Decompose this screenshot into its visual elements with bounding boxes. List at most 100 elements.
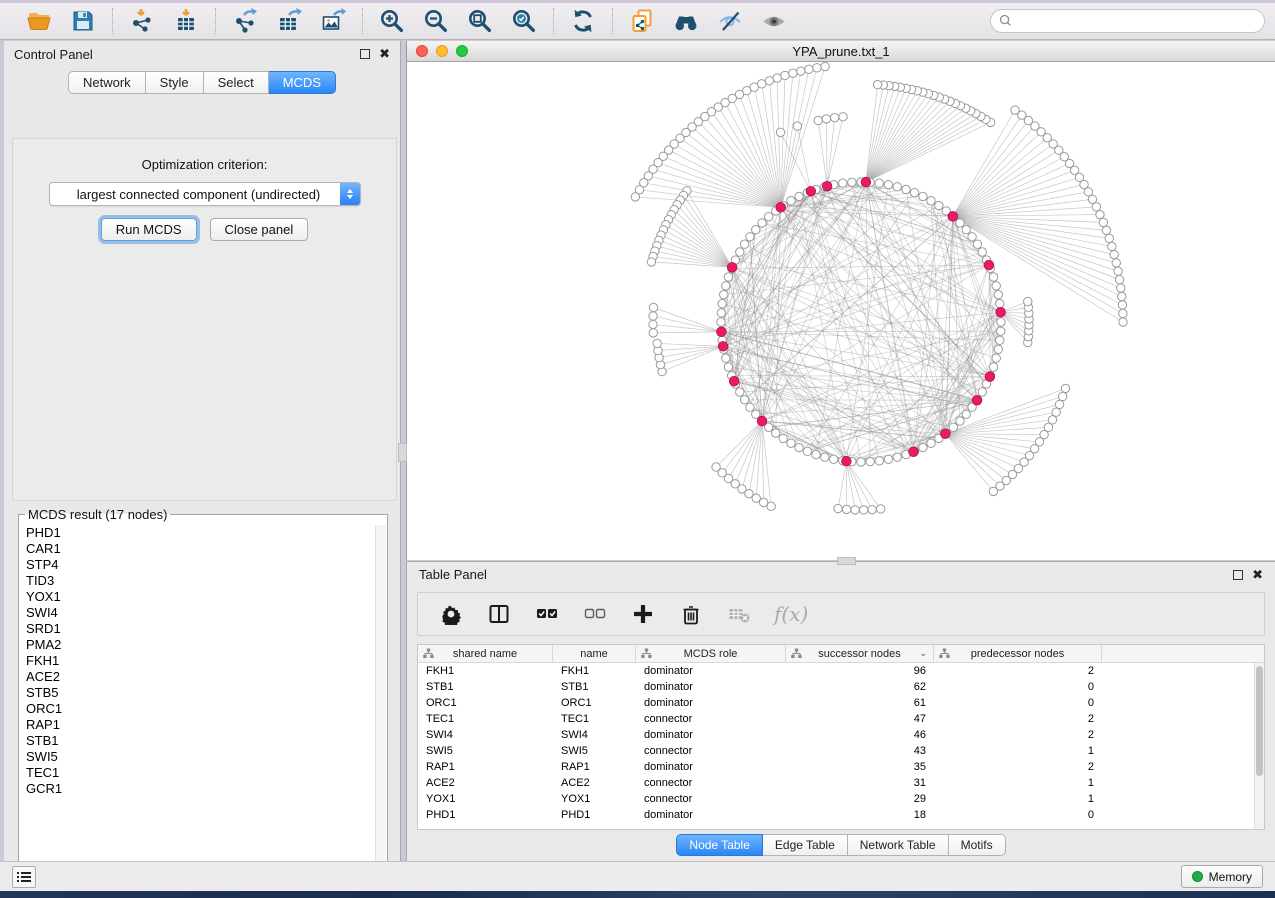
optimization-criterion-select[interactable]: largest connected component (undirected) — [49, 182, 361, 206]
table-scrollbar[interactable] — [1254, 663, 1264, 829]
save-session-button[interactable] — [68, 7, 98, 35]
column-header-predecessor-nodes[interactable]: predecessor nodes — [934, 645, 1102, 662]
run-mcds-button[interactable]: Run MCDS — [101, 218, 197, 241]
columns-button[interactable] — [486, 601, 512, 627]
table-row[interactable]: TEC1TEC1connector472 — [418, 711, 1254, 727]
mcds-result-item[interactable]: TEC1 — [26, 765, 375, 781]
column-header-shared-name[interactable]: shared name — [418, 645, 553, 662]
close-panel-button[interactable]: Close panel — [210, 218, 309, 241]
tab-network-table[interactable]: Network Table — [848, 834, 949, 856]
float-panel-icon[interactable] — [360, 49, 370, 59]
column-header-successor-nodes[interactable]: successor nodes⌄ — [786, 645, 934, 662]
table-cell: STB1 — [553, 681, 636, 693]
memory-button[interactable]: Memory — [1181, 865, 1263, 888]
show-all-button[interactable] — [759, 7, 789, 35]
zoom-selected-button[interactable] — [509, 7, 539, 35]
delete-rows-button[interactable] — [678, 601, 704, 627]
table-cell: 62 — [786, 681, 934, 693]
zoom-out-button[interactable] — [421, 7, 451, 35]
tab-style[interactable]: Style — [146, 71, 204, 94]
mcds-result-item[interactable]: ORC1 — [26, 701, 375, 717]
table-cell: dominator — [636, 697, 786, 709]
mcds-result-scrollbar[interactable] — [375, 525, 386, 877]
import-network-button[interactable] — [127, 7, 157, 35]
status-bar: Memory — [0, 861, 1275, 891]
vertical-splitter-handle[interactable] — [398, 443, 407, 462]
delete-table-button[interactable] — [726, 601, 752, 627]
add-row-button[interactable] — [630, 601, 656, 627]
mcds-node — [718, 342, 728, 352]
network-window-titlebar[interactable]: YPA_prune.txt_1 — [407, 41, 1275, 62]
table-row[interactable]: YOX1YOX1connector291 — [418, 791, 1254, 807]
tab-select[interactable]: Select — [204, 71, 269, 94]
table-row[interactable]: FKH1FKH1dominator962 — [418, 663, 1254, 679]
mcds-result-item[interactable]: ACE2 — [26, 669, 375, 685]
table-cell: connector — [636, 713, 786, 725]
mcds-result-item[interactable]: PMA2 — [26, 637, 375, 653]
mcds-result-item[interactable]: YOX1 — [26, 589, 375, 605]
mcds-result-item[interactable]: PHD1 — [26, 525, 375, 541]
close-table-panel-icon[interactable]: ✖ — [1252, 570, 1263, 580]
mcds-result-item[interactable]: SWI4 — [26, 605, 375, 621]
tab-node-table[interactable]: Node Table — [676, 834, 763, 856]
mcds-result-item[interactable]: GCR1 — [26, 781, 375, 797]
mcds-result-item[interactable]: SWI5 — [26, 749, 375, 765]
zoom-fit-button[interactable] — [465, 7, 495, 35]
zoom-in-button[interactable] — [377, 7, 407, 35]
table-row[interactable]: ORC1ORC1dominator610 — [418, 695, 1254, 711]
first-neighbors-button[interactable] — [671, 7, 701, 35]
hide-selected-button[interactable] — [715, 7, 745, 35]
mcds-node — [948, 212, 958, 222]
table-panel: Table Panel ✖ f(x) shared namenameMCDS r… — [406, 561, 1275, 862]
export-table-button[interactable] — [274, 7, 304, 35]
horizontal-splitter-handle[interactable] — [837, 557, 856, 565]
select-all-checks-button[interactable] — [534, 601, 560, 627]
network-canvas[interactable] — [407, 62, 1275, 560]
mcds-result-item[interactable]: STB5 — [26, 685, 375, 701]
search-input[interactable] — [990, 9, 1265, 33]
table-row[interactable]: SWI4SWI4dominator462 — [418, 727, 1254, 743]
column-header-name[interactable]: name — [553, 645, 636, 662]
tab-edge-table[interactable]: Edge Table — [763, 834, 848, 856]
function-builder-button[interactable]: f(x) — [774, 602, 808, 626]
copy-share-button[interactable] — [627, 7, 657, 35]
export-network-button[interactable] — [230, 7, 260, 35]
mcds-result-item[interactable]: TID3 — [26, 573, 375, 589]
import-table-button[interactable] — [171, 7, 201, 35]
table-cell: 46 — [786, 729, 934, 741]
gear-button[interactable] — [438, 601, 464, 627]
tab-mcds[interactable]: MCDS — [269, 71, 336, 94]
table-row[interactable]: STB1STB1dominator620 — [418, 679, 1254, 695]
table-scrollbar-thumb[interactable] — [1256, 666, 1263, 776]
table-row[interactable]: RAP1RAP1dominator352 — [418, 759, 1254, 775]
close-panel-icon[interactable]: ✖ — [379, 49, 390, 59]
mcds-node — [717, 327, 727, 337]
mcds-result-item[interactable]: SRD1 — [26, 621, 375, 637]
task-history-button[interactable] — [12, 866, 36, 888]
table-cell: 0 — [934, 681, 1102, 693]
refresh-button[interactable] — [568, 7, 598, 35]
export-image-button[interactable] — [318, 7, 348, 35]
export-table-icon — [276, 8, 302, 34]
tab-network[interactable]: Network — [68, 71, 146, 94]
table-row[interactable]: SWI5SWI5connector431 — [418, 743, 1254, 759]
mcds-result-item[interactable]: CAR1 — [26, 541, 375, 557]
mcds-result-item[interactable]: STP4 — [26, 557, 375, 573]
table-row[interactable]: ACE2ACE2connector311 — [418, 775, 1254, 791]
zoom-in-icon — [379, 8, 405, 34]
mcds-result-list[interactable]: PHD1CAR1STP4TID3YOX1SWI4SRD1PMA2FKH1ACE2… — [20, 525, 375, 877]
mcds-result-item[interactable]: STB1 — [26, 733, 375, 749]
clear-checks-button[interactable] — [582, 601, 608, 627]
open-file-button[interactable] — [24, 7, 54, 35]
delete-rows-icon — [680, 603, 702, 625]
mcds-result-item[interactable]: RAP1 — [26, 717, 375, 733]
desktop-wallpaper — [0, 891, 1275, 898]
float-table-panel-icon[interactable] — [1233, 570, 1243, 580]
mcds-result-item[interactable]: FKH1 — [26, 653, 375, 669]
table-cell: ACE2 — [418, 777, 553, 789]
tab-motifs[interactable]: Motifs — [949, 834, 1006, 856]
table-panel-title: Table Panel — [419, 567, 487, 582]
table-row[interactable]: PHD1PHD1dominator180 — [418, 807, 1254, 823]
table-cell: 47 — [786, 713, 934, 725]
column-header-MCDS-role[interactable]: MCDS role — [636, 645, 786, 662]
